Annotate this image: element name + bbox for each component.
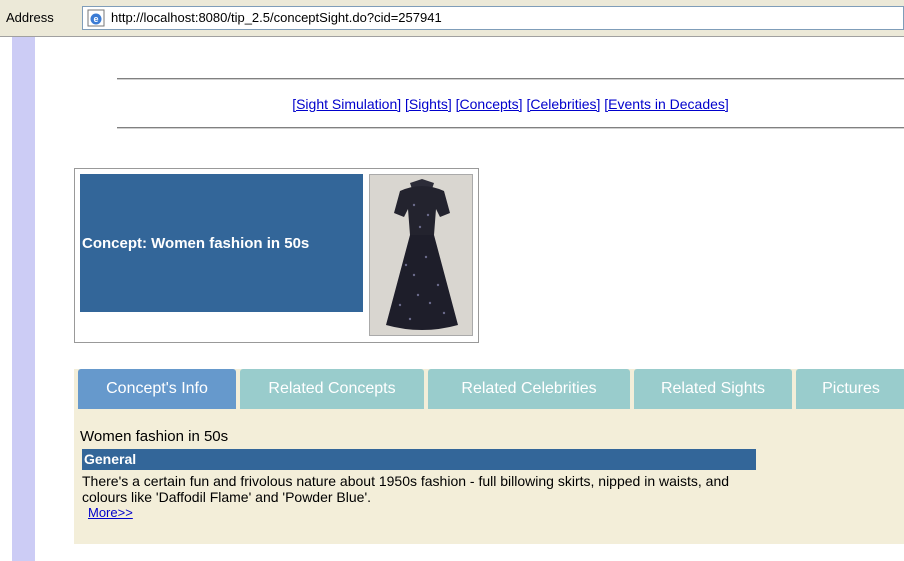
concept-header-box: Concept: Women fashion in 50s xyxy=(74,168,479,343)
tab-pictures[interactable]: Pictures xyxy=(796,369,904,409)
address-bar: Address e http://localhost:8080/tip_2.5/… xyxy=(0,0,904,37)
nav-link-sights[interactable]: [Sights] xyxy=(405,96,452,112)
top-divider xyxy=(117,78,904,80)
address-label: Address xyxy=(6,10,54,25)
main-navigation: [Sight Simulation] [Sights] [Concepts] [… xyxy=(117,96,904,112)
more-link[interactable]: More>> xyxy=(88,505,133,520)
concept-name: Women fashion in 50s xyxy=(80,428,229,445)
left-strip-bar xyxy=(12,37,35,561)
ie-page-icon: e xyxy=(87,9,105,27)
concept-title: Concept: Women fashion in 50s xyxy=(82,234,310,252)
address-url[interactable]: http://localhost:8080/tip_2.5/conceptSig… xyxy=(111,10,442,25)
concept-tab-panel: Concept's Info Related Concepts Related … xyxy=(74,369,904,544)
tab-related-sights[interactable]: Related Sights xyxy=(634,369,792,409)
nav-link-sight-simulation[interactable]: [Sight Simulation] xyxy=(292,96,401,112)
nav-link-concepts[interactable]: [Concepts] xyxy=(456,96,523,112)
concept-title-cell: Concept: Women fashion in 50s xyxy=(80,174,363,312)
address-field[interactable]: e http://localhost:8080/tip_2.5/conceptS… xyxy=(82,6,904,30)
section-header-general: General xyxy=(82,449,756,470)
left-margin-strip xyxy=(0,37,35,561)
tab-concepts-info[interactable]: Concept's Info xyxy=(78,369,236,409)
dress-image[interactable] xyxy=(369,174,473,336)
bottom-divider xyxy=(117,127,904,129)
tab-bar: Concept's Info Related Concepts Related … xyxy=(78,369,904,409)
tab-related-celebrities[interactable]: Related Celebrities xyxy=(428,369,630,409)
tab-related-concepts[interactable]: Related Concepts xyxy=(240,369,424,409)
concept-description: There's a certain fun and frivolous natu… xyxy=(82,473,730,505)
nav-link-celebrities[interactable]: [Celebrities] xyxy=(526,96,600,112)
svg-text:e: e xyxy=(93,14,98,24)
nav-link-events-in-decades[interactable]: [Events in Decades] xyxy=(604,96,729,112)
